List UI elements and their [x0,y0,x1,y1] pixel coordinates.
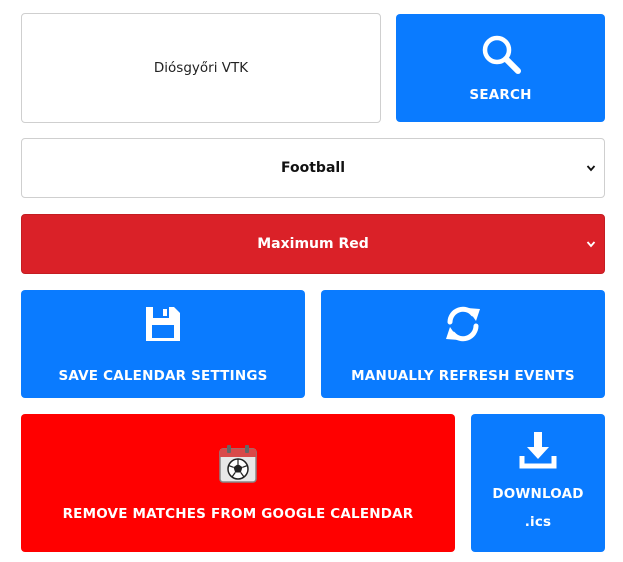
floppy-disk-icon [146,307,180,341]
download-button-label: DOWNLOAD [492,486,584,502]
sport-select-value: Football [281,160,345,176]
manually-refresh-events-button[interactable]: MANUALLY REFRESH EVENTS [321,290,605,398]
search-button[interactable]: SEARCH [396,14,605,122]
chevron-down-icon [586,165,596,172]
search-icon [482,35,521,74]
download-icon [519,432,557,469]
refresh-button-label: MANUALLY REFRESH EVENTS [351,368,575,384]
search-button-label: SEARCH [469,87,532,103]
remove-matches-button[interactable]: REMOVE MATCHES FROM GOOGLE CALENDAR [21,414,455,552]
save-calendar-settings-button[interactable]: SAVE CALENDAR SETTINGS [21,290,305,398]
chevron-down-icon [586,241,596,248]
calendar-football-icon [219,445,257,483]
sport-select[interactable]: Football [21,138,605,198]
download-extension-label: .ics [524,514,552,530]
refresh-icon [446,306,480,342]
team-search-input[interactable] [22,60,380,76]
save-button-label: SAVE CALENDAR SETTINGS [58,368,268,384]
color-select-value: Maximum Red [257,236,369,252]
remove-button-label: REMOVE MATCHES FROM GOOGLE CALENDAR [62,506,414,522]
team-search-field[interactable] [21,13,381,123]
color-select[interactable]: Maximum Red [21,214,605,274]
download-ics-button[interactable]: DOWNLOAD .ics [471,414,605,552]
